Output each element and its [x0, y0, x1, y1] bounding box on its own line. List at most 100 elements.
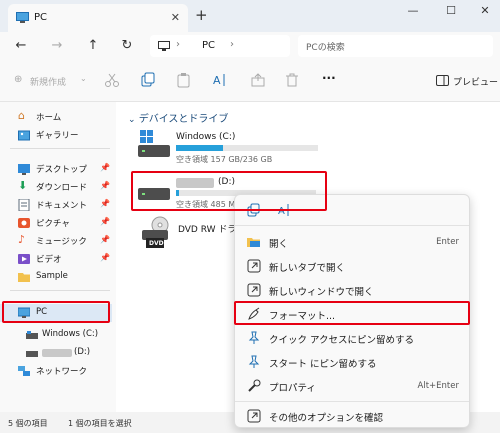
- nav-label: ミュージック: [36, 237, 87, 247]
- breadcrumb-sep-icon[interactable]: ›: [176, 39, 180, 50]
- pin-icon[interactable]: 📌: [100, 235, 110, 244]
- nav-item-windows-c[interactable]: Windows (C:): [0, 326, 112, 344]
- open-new-tab-icon: [247, 259, 261, 273]
- back-arrow-icon[interactable]: ←: [12, 38, 30, 54]
- close-button[interactable]: ✕: [470, 4, 500, 22]
- paste-icon[interactable]: [176, 72, 192, 88]
- highlight-format-item: [234, 301, 470, 325]
- windows-drive-icon: [138, 130, 170, 157]
- menu-item-open[interactable]: 開く Enter: [239, 231, 467, 253]
- svg-text:A: A: [213, 74, 221, 87]
- new-tab-button[interactable]: +: [195, 6, 208, 24]
- nav-item-music[interactable]: ♪ ミュージック 📌: [0, 232, 112, 250]
- preview-pane-icon[interactable]: [436, 75, 449, 86]
- home-icon: ⌂: [18, 109, 25, 122]
- rename-icon[interactable]: A: [212, 72, 228, 88]
- nav-item-downloads[interactable]: ⬇ ダウンロード 📌: [0, 178, 112, 196]
- pin-icon[interactable]: 📌: [100, 181, 110, 190]
- up-arrow-icon[interactable]: ↑: [84, 38, 102, 54]
- forward-arrow-icon[interactable]: →: [48, 38, 66, 54]
- tab-title: PC: [34, 12, 48, 23]
- pin-icon: [248, 331, 260, 344]
- pin-icon[interactable]: 📌: [100, 199, 110, 208]
- nav-label: ダウンロード: [36, 183, 88, 193]
- pin-icon[interactable]: 📌: [100, 217, 110, 226]
- menu-item-open-new-tab[interactable]: 新しいタブで開く: [239, 255, 467, 277]
- nav-item-videos[interactable]: ビデオ 📌: [0, 250, 112, 268]
- nav-item-sample[interactable]: Sample: [0, 268, 112, 286]
- pin-icon: [248, 355, 260, 368]
- drive-c[interactable]: Windows (C:) 空き領域 157 GB/236 GB: [136, 130, 336, 166]
- search-input[interactable]: PCの検索: [298, 35, 493, 57]
- menu-label: 新しいウィンドウで開く: [269, 287, 374, 298]
- network-icon: [18, 366, 30, 376]
- navigation-pane: ⌂ ホーム ギャラリー デスクトップ 📌 ⬇ ダウンロード 📌 ドキュメント 📌…: [0, 102, 116, 412]
- section-header[interactable]: ⌄ デバイスとドライブ: [128, 110, 228, 125]
- minimize-button[interactable]: —: [398, 4, 428, 22]
- address-bar[interactable]: › PC ›: [150, 35, 290, 57]
- chevron-down-icon: ⌄: [128, 115, 136, 125]
- breadcrumb-pc[interactable]: PC: [202, 40, 215, 51]
- nav-item-documents[interactable]: ドキュメント 📌: [0, 196, 112, 214]
- nav-label: デスクトップ: [36, 165, 88, 175]
- menu-label: 新しいタブで開く: [269, 263, 346, 274]
- chevron-down-icon[interactable]: ⌄: [80, 74, 87, 83]
- pin-icon[interactable]: 📌: [100, 253, 110, 262]
- more-options-icon: [247, 409, 261, 423]
- nav-item-desktop[interactable]: デスクトップ 📌: [0, 160, 112, 178]
- menu-item-properties[interactable]: プロパティ Alt+Enter: [239, 375, 467, 397]
- open-new-window-icon: [247, 283, 261, 297]
- new-plus-icon[interactable]: ⊕: [14, 74, 22, 85]
- nav-item-network[interactable]: ネットワーク: [0, 362, 112, 380]
- menu-label: クイック アクセスにピン留めする: [269, 335, 415, 346]
- nav-divider: [10, 148, 110, 149]
- nav-label: ビデオ: [36, 255, 62, 265]
- capacity-bar: [176, 145, 318, 151]
- breadcrumb-sep-icon[interactable]: ›: [230, 39, 234, 50]
- pin-icon[interactable]: 📌: [100, 163, 110, 172]
- tab-pc[interactable]: PC ✕: [8, 4, 188, 32]
- tab-close-icon[interactable]: ✕: [171, 11, 180, 24]
- highlight-d-drive: [131, 171, 327, 211]
- refresh-icon[interactable]: ↻: [118, 38, 136, 54]
- pictures-icon: [18, 218, 30, 228]
- menu-label: その他のオプションを確認: [269, 413, 384, 424]
- new-button[interactable]: 新規作成: [30, 75, 66, 88]
- menu-item-pin-start[interactable]: スタート にピン留めする: [239, 351, 467, 373]
- cut-icon[interactable]: [104, 72, 120, 88]
- menu-divider: [235, 401, 469, 402]
- share-icon[interactable]: [250, 72, 266, 88]
- nav-item-gallery[interactable]: ギャラリー: [0, 126, 112, 144]
- nav-label: ドキュメント: [36, 201, 88, 211]
- redacted-label: [42, 349, 72, 357]
- menu-item-open-new-window[interactable]: 新しいウィンドウで開く: [239, 279, 467, 301]
- nav-divider: [10, 290, 110, 291]
- maximize-button[interactable]: ☐: [436, 4, 466, 22]
- nav-item-d-drive[interactable]: (D:): [0, 344, 112, 362]
- menu-shortcut: Alt+Enter: [417, 381, 459, 391]
- highlight-pc-nav: [2, 301, 110, 323]
- monitor-icon: [16, 12, 29, 23]
- menu-label: スタート にピン留めする: [269, 359, 377, 370]
- nav-item-home[interactable]: ⌂ ホーム: [0, 108, 112, 126]
- menu-item-pin-quick-access[interactable]: クイック アクセスにピン留めする: [239, 327, 467, 349]
- preview-button[interactable]: プレビュー: [453, 75, 498, 88]
- drive-name: Windows (C:): [176, 132, 236, 142]
- nav-item-pictures[interactable]: ピクチャ 📌: [0, 214, 112, 232]
- address-row: ← → ↑ ↻ › PC › PCの検索: [0, 32, 500, 60]
- desktop-icon: [18, 164, 30, 175]
- music-icon: ♪: [18, 233, 26, 246]
- delete-icon[interactable]: [284, 72, 300, 88]
- capacity-fill: [176, 145, 223, 151]
- menu-item-more-options[interactable]: その他のオプションを確認: [239, 405, 467, 427]
- menu-label: 開く: [269, 239, 289, 250]
- item-count: 5 個の項目: [8, 419, 48, 428]
- nav-label: ピクチャ: [36, 219, 70, 229]
- more-options-button[interactable]: ···: [322, 71, 336, 85]
- drive-icon: [26, 331, 38, 339]
- menu-label: プロパティ: [269, 383, 316, 394]
- section-title: デバイスとドライブ: [138, 114, 229, 125]
- documents-icon: [18, 199, 30, 211]
- copy-icon[interactable]: [140, 72, 156, 88]
- monitor-icon: [158, 41, 170, 51]
